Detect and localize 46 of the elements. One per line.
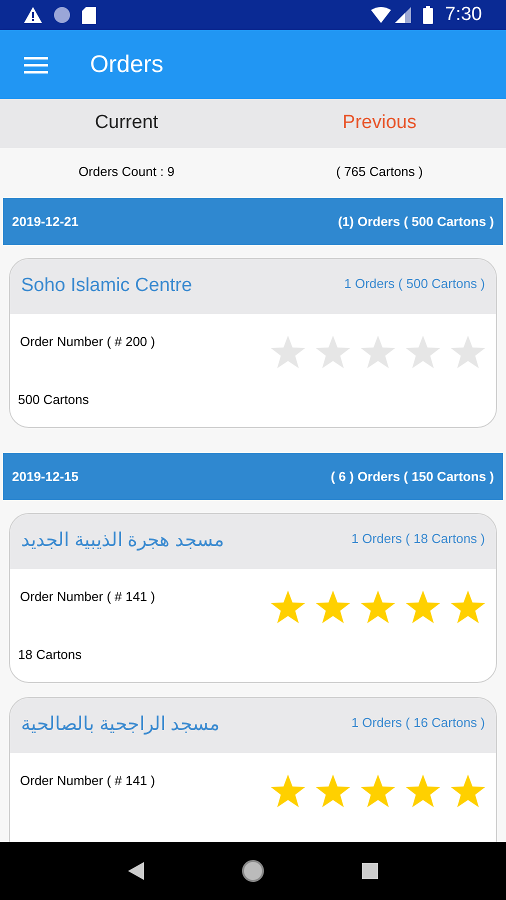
star-icon (270, 773, 306, 809)
signal-icon (395, 7, 412, 23)
star-icon (405, 334, 441, 370)
star-icon (405, 589, 441, 625)
order-card[interactable]: Soho Islamic Centre 1 Orders ( 500 Cartons ) Order Number ( # 200 ) 500 Cartons (9, 258, 497, 428)
wifi-icon (371, 7, 392, 23)
order-number: Order Number ( # 200 ) (20, 333, 156, 351)
battery-icon (423, 6, 434, 24)
star-icon (405, 773, 441, 809)
order-summary: 1 Orders ( 18 Cartons ) (351, 530, 485, 548)
warning-icon (24, 7, 42, 23)
home-icon[interactable] (240, 859, 265, 883)
mosque-name: مسجد الراجحية بالصالحية (21, 713, 220, 737)
star-icon (360, 334, 396, 370)
mosque-name: Soho Islamic Centre (21, 274, 192, 298)
order-summary: 1 Orders ( 16 Cartons ) (351, 714, 485, 732)
group-total: (1) Orders ( 500 Cartons ) (338, 212, 494, 231)
group-date: 2019-12-15 (12, 468, 78, 486)
star-icon (315, 334, 351, 370)
star-icon (360, 773, 396, 809)
carton-count: 500 Cartons (17, 391, 90, 409)
star-icon (450, 334, 486, 370)
star-icon (270, 589, 306, 625)
app-title: Orders (90, 50, 164, 80)
orders-count: Orders Count : 9 (78, 164, 175, 179)
back-icon[interactable] (128, 862, 144, 880)
group-total: ( 6 ) Orders ( 150 Cartons ) (330, 468, 494, 486)
star-icon (450, 589, 486, 625)
menu-icon[interactable] (24, 56, 48, 74)
tab[interactable]: Current (0, 99, 253, 148)
star-icon (270, 334, 306, 370)
order-number: Order Number ( # 141 ) (20, 588, 156, 606)
sd-card-icon (82, 6, 96, 24)
carton-count: 18 Cartons (17, 646, 83, 664)
star-icon (360, 589, 396, 625)
mosque-name: مسجد هجرة الذيبية الجديد (21, 529, 224, 553)
circle-icon (54, 7, 70, 23)
order-summary: 1 Orders ( 500 Cartons ) (344, 275, 485, 293)
order-number: Order Number ( # 141 ) (20, 772, 156, 790)
group-date: 2019-12-21 (12, 212, 78, 231)
star-icon (315, 589, 351, 625)
total-cartons: ( 765 Cartons ) (336, 164, 423, 179)
star-icon (315, 773, 351, 809)
star-icon (450, 773, 486, 809)
clock: 7:30 (445, 2, 482, 27)
overview-icon[interactable] (362, 863, 378, 879)
